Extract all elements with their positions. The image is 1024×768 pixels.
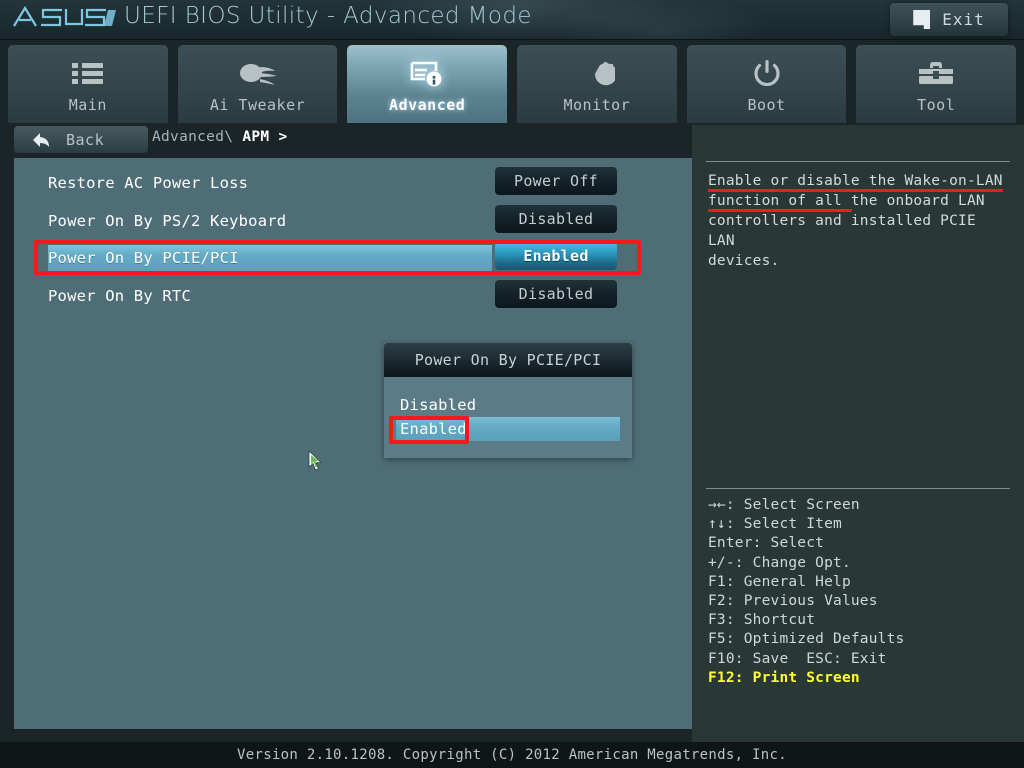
version-footer: Version 2.10.1208. Copyright (C) 2012 Am… bbox=[0, 742, 1024, 768]
mouse-cursor bbox=[308, 450, 324, 472]
toolbox-icon bbox=[918, 56, 954, 92]
setting-row-power-on-by-pcie-pci[interactable]: Power On By PCIE/PCI Enabled bbox=[14, 242, 692, 273]
dropdown-title: Power On By PCIE/PCI bbox=[384, 343, 632, 377]
help-description: Enable or disable the Wake-on-LAN functi… bbox=[708, 171, 1008, 271]
asus-logo bbox=[12, 4, 117, 30]
legend-line-save-exit: F10: Save ESC: Exit bbox=[708, 650, 887, 667]
dropdown-option-label: Disabled bbox=[400, 396, 477, 414]
breadcrumb-separator: > bbox=[278, 129, 288, 145]
page-title: UEFI BIOS Utility - Advanced Mode bbox=[124, 3, 532, 29]
arrow-left-icon bbox=[32, 132, 52, 148]
setting-value-button[interactable]: Enabled bbox=[495, 242, 617, 270]
legend-line-optimized-defaults: F5: Optimized Defaults bbox=[708, 631, 905, 648]
turbo-fan-icon bbox=[238, 56, 278, 92]
bios-screen: UEFI BIOS Utility - Advanced Mode Exit M… bbox=[0, 0, 1024, 768]
breadcrumb-parent[interactable]: Advanced\ bbox=[152, 129, 233, 145]
tab-ai-tweaker[interactable]: Ai Tweaker bbox=[177, 45, 338, 123]
help-line: Enable or disable the Wake-on-LAN bbox=[708, 173, 1003, 192]
legend-line-shortcut: F3: Shortcut bbox=[708, 612, 816, 629]
tab-label: Ai Tweaker bbox=[209, 96, 306, 114]
option-dropdown: Power On By PCIE/PCI Disabled Enabled bbox=[384, 343, 632, 458]
tab-label: Tool bbox=[917, 96, 956, 114]
setting-label: Power On By PCIE/PCI bbox=[48, 249, 239, 267]
tab-advanced[interactable]: Advanced bbox=[347, 45, 508, 123]
list-icon bbox=[71, 56, 105, 92]
tab-label: Main bbox=[68, 96, 107, 114]
tab-label: Advanced bbox=[389, 96, 466, 114]
legend-line-general-help: F1: General Help bbox=[708, 573, 851, 590]
version-text: Version 2.10.1208. Copyright (C) 2012 Am… bbox=[237, 747, 787, 763]
title-bar: UEFI BIOS Utility - Advanced Mode Exit bbox=[0, 0, 1024, 40]
setting-row-restore-ac-power-loss[interactable]: Restore AC Power Loss Power Off bbox=[14, 167, 692, 198]
setting-value-button[interactable]: Disabled bbox=[495, 205, 617, 233]
legend-line-enter-select: Enter: Select bbox=[708, 535, 825, 552]
legend-line-select-item: ↑↓: Select Item bbox=[708, 516, 842, 533]
legend-line-select-screen: →←: Select Screen bbox=[708, 497, 860, 513]
help-line: controllers and installed PCIE LAN bbox=[708, 213, 976, 249]
monitor-info-icon bbox=[409, 56, 445, 92]
help-line: devices. bbox=[708, 253, 780, 269]
back-button[interactable]: Back bbox=[14, 126, 148, 153]
tab-label: Boot bbox=[747, 96, 786, 114]
help-line: function of all the onboard LAN bbox=[708, 193, 985, 212]
setting-label: Restore AC Power Loss bbox=[48, 174, 249, 192]
keyboard-legend: →←: Select Screen ↑↓: Select Item Enter:… bbox=[708, 496, 904, 688]
legend-line-change-opt: +/-: Change Opt. bbox=[708, 554, 851, 571]
exit-button[interactable]: Exit bbox=[890, 3, 1008, 36]
breadcrumb: Advanced\ APM > bbox=[152, 129, 287, 145]
legend-line-previous-values: F2: Previous Values bbox=[708, 593, 878, 610]
setting-value-button[interactable]: Power Off bbox=[495, 167, 617, 195]
tab-boot[interactable]: Boot bbox=[686, 45, 847, 123]
help-divider-bottom bbox=[706, 488, 1010, 489]
gauge-temp-icon bbox=[579, 56, 615, 92]
tab-tool[interactable]: Tool bbox=[856, 45, 1017, 123]
tab-main[interactable]: Main bbox=[8, 45, 168, 123]
breadcrumb-current: APM bbox=[242, 129, 270, 145]
dropdown-option-disabled[interactable]: Disabled bbox=[384, 393, 632, 417]
dropdown-option-label: Enabled bbox=[400, 420, 467, 438]
setting-label: Power On By PS/2 Keyboard bbox=[48, 212, 287, 230]
legend-line-print-screen: F12: Print Screen bbox=[708, 669, 860, 686]
setting-label: Power On By RTC bbox=[48, 287, 191, 305]
main-tab-bar: Main Ai Tweaker Advanced Monitor Boot To… bbox=[0, 41, 1024, 123]
help-panel: Enable or disable the Wake-on-LAN functi… bbox=[692, 125, 1024, 742]
dropdown-option-list: Disabled Enabled bbox=[384, 377, 632, 441]
setting-row-power-on-by-ps2-keyboard[interactable]: Power On By PS/2 Keyboard Disabled bbox=[14, 205, 692, 236]
tab-label: Monitor bbox=[563, 96, 631, 114]
help-divider-top bbox=[706, 161, 1010, 162]
exit-button-label: Exit bbox=[942, 10, 985, 29]
setting-value-button[interactable]: Disabled bbox=[495, 280, 617, 308]
power-icon bbox=[752, 56, 782, 92]
back-button-label: Back bbox=[66, 130, 105, 149]
door-exit-icon bbox=[913, 10, 931, 29]
tab-monitor[interactable]: Monitor bbox=[517, 45, 677, 123]
setting-row-power-on-by-rtc[interactable]: Power On By RTC Disabled bbox=[14, 280, 692, 311]
dropdown-option-enabled[interactable]: Enabled bbox=[384, 417, 632, 441]
